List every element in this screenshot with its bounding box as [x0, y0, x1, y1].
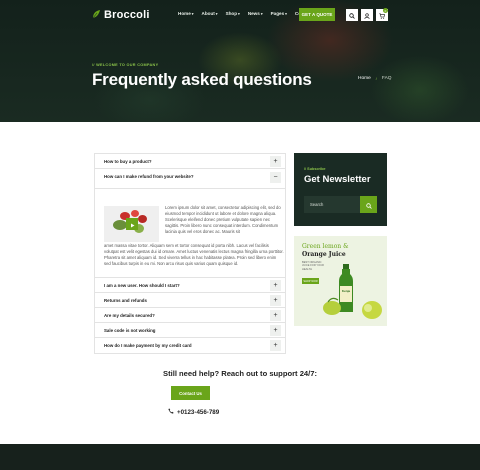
account-button[interactable] [361, 9, 373, 21]
page-title: Frequently asked questions [92, 70, 312, 89]
faq-question: Are my details secured? [104, 313, 155, 318]
get-a-quote-button[interactable]: GET A QUOTE [299, 8, 335, 21]
plus-icon[interactable]: + [270, 310, 281, 321]
plus-icon[interactable]: + [270, 156, 281, 167]
play-button[interactable] [126, 218, 138, 230]
faq-item[interactable]: I am a new user. How should I start? + [95, 278, 285, 293]
promo-tagline: BEST ORGANIC JUICE FOR YOUR HEALTH [302, 261, 324, 271]
play-icon [130, 215, 135, 233]
plus-icon[interactable]: + [270, 280, 281, 291]
menu-label: News [247, 11, 260, 16]
shop-now-button[interactable]: SHOP NOW [302, 278, 319, 284]
menu-label: Pages [270, 11, 285, 16]
breadcrumb-home[interactable]: Home [358, 76, 371, 81]
faq-item-header[interactable]: How can I make refund from your website?… [95, 169, 285, 189]
cart-button[interactable]: 0 [376, 8, 388, 21]
plus-icon[interactable]: + [270, 340, 281, 351]
faq-answer-text-continued: amet massa vitae tortor. Aliquam sem et … [104, 243, 284, 266]
chevron-down-icon: ▾ [191, 11, 194, 16]
faq-item-expanded: How can I make refund from your website?… [95, 169, 285, 278]
user-icon [364, 6, 370, 24]
chevron-down-icon: ▾ [215, 11, 218, 16]
faq-question: How do I make payment by my credit card [104, 343, 192, 348]
faq-item[interactable]: Returns and refunds + [95, 293, 285, 308]
faq-item[interactable]: Sale code is not working + [95, 323, 285, 338]
brand-name: Broccoli [104, 9, 150, 21]
bottle-label: Kenja [342, 289, 351, 293]
plus-icon[interactable]: + [270, 325, 281, 336]
newsletter-submit-button[interactable] [360, 196, 377, 213]
faq-accordion: How to buy a product? + How can I make r… [94, 153, 286, 354]
minus-icon[interactable]: − [270, 172, 281, 183]
faq-question: I am a new user. How should I start? [104, 283, 180, 288]
promo-line-2: Orange Juice [302, 251, 346, 258]
video-thumbnail[interactable] [104, 206, 159, 242]
hero-eyebrow: // WELCOME TO OUR COMPANY [92, 63, 159, 67]
fruit-decoration [323, 297, 382, 319]
newsletter-email-input[interactable]: Search [304, 196, 360, 213]
search-icon [365, 196, 372, 214]
chevron-down-icon: ▾ [260, 11, 263, 16]
faq-question: How can I make refund from your website? [104, 174, 194, 179]
chevron-down-icon: ▾ [285, 11, 287, 16]
brand-logo[interactable]: Broccoli [92, 7, 150, 23]
chevron-down-icon: ▾ [238, 11, 240, 16]
faq-question: Sale code is not working [104, 328, 156, 333]
faq-item[interactable]: How to buy a product? + [95, 154, 285, 169]
support-phone[interactable]: +0123-456-789 [168, 408, 219, 416]
menu-label: About [201, 11, 215, 16]
menu-label: Shop [225, 11, 238, 16]
menu-item-shop[interactable]: Shop ▾ [226, 11, 240, 16]
cart-count-badge: 0 [383, 8, 388, 13]
top-navigation: Broccoli Home ▾ About ▾ Shop ▾ News ▾ Pages ▾… [0, 0, 480, 30]
breadcrumb-current: FAQ [381, 76, 392, 81]
contact-us-button[interactable]: Contact Us [171, 386, 210, 400]
breadcrumb-separator: / [375, 76, 377, 81]
main-menu: Home▾ About▾ Shop▾ News▾ Pages▾ Contact [178, 11, 312, 16]
support-section: Still need help? Reach out to support 24… [0, 369, 480, 378]
menu-item-about[interactable]: About ▾ [202, 11, 218, 16]
faq-answer-text: Lorem ipsum dolor sit amet, consectetur … [165, 205, 281, 234]
faq-item[interactable]: Are my details secured? + [95, 308, 285, 323]
menu-item-home[interactable]: Home ▾ [178, 11, 194, 16]
newsletter-widget: // Subscribe Get Newsletter Search [294, 153, 387, 226]
menu-item-news[interactable]: News ▾ [248, 11, 263, 16]
search-button[interactable] [346, 9, 358, 21]
support-title: Still need help? Reach out to support 24… [163, 369, 317, 378]
broccoli-leaf-icon [92, 6, 101, 24]
promo-line-1: Green lemon & [302, 243, 349, 250]
search-icon [349, 6, 355, 24]
faq-question: Returns and refunds [104, 298, 147, 303]
page-footer [0, 444, 480, 470]
menu-item-pages[interactable]: Pages ▾ [271, 11, 287, 16]
faq-item[interactable]: How do I make payment by my credit card … [95, 338, 285, 353]
page-hero: Broccoli Home ▾ About ▾ Shop ▾ News ▾ Pages ▾… [0, 0, 480, 122]
plus-icon[interactable]: + [270, 295, 281, 306]
faq-question: How to buy a product? [104, 159, 152, 164]
breadcrumb: Home / FAQ [358, 76, 392, 81]
newsletter-eyebrow: // Subscribe [304, 167, 326, 171]
phone-icon [168, 408, 174, 416]
phone-number: +0123-456-789 [177, 408, 220, 416]
menu-label: Home [178, 11, 191, 16]
newsletter-title: Get Newsletter [304, 174, 371, 185]
juice-promo-banner[interactable]: Green lemon & Orange Juice BEST ORGANIC … [294, 236, 387, 326]
